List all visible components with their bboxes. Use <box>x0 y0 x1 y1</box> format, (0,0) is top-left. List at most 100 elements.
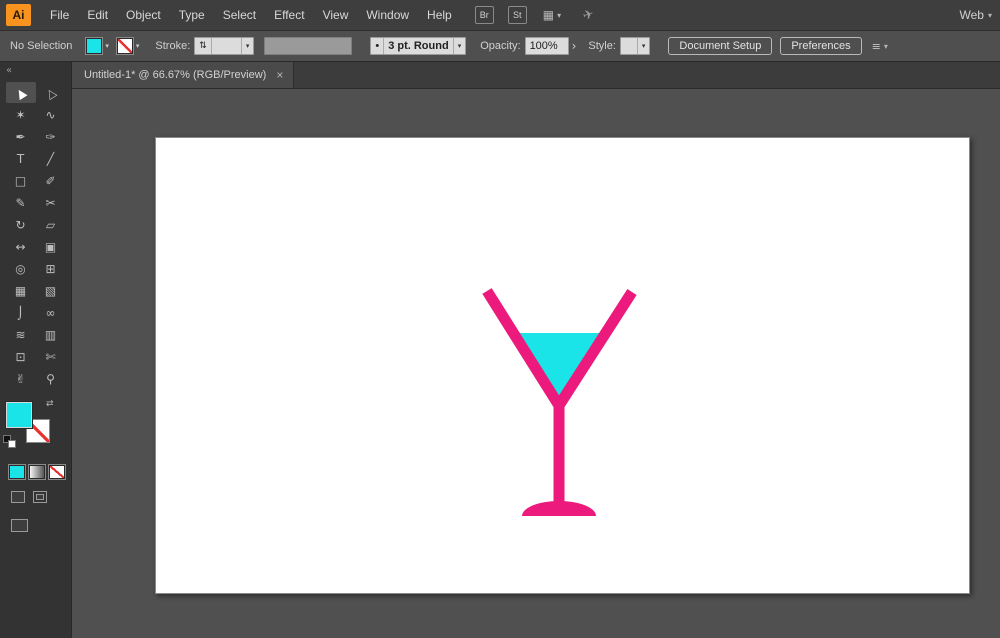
opacity-panel-expander-icon[interactable]: › <box>572 39 577 53</box>
document-tab-bar: Untitled-1* @ 66.67% (RGB/Preview) × <box>72 62 1000 89</box>
stroke-color-swatch[interactable] <box>117 38 133 54</box>
toolbar-grid: ▲△✶∿✒ ✑ T╱□ ✐ ✎✂ ↻ ▱ ↔ ▣ ◎⊞ ▦ ▧⌡ ∞ ≋▥ ⊡ ✄ ✌ ⚲ <box>0 82 71 389</box>
gradient-button[interactable] <box>29 465 45 479</box>
preferences-button[interactable]: Preferences <box>780 37 861 55</box>
perspective-grid-tool[interactable]: ⊞ <box>36 258 66 279</box>
artboard-tool-icon: ⊡ <box>15 351 25 363</box>
workspace-switcher[interactable]: Web ▾ <box>960 8 994 22</box>
symbol-sprayer-tool[interactable]: ≋ <box>6 324 36 345</box>
none-button[interactable] <box>49 465 65 479</box>
zoom-tool-icon: ⚲ <box>46 373 55 385</box>
collapse-panel-button[interactable]: « <box>0 62 71 82</box>
line-segment-tool[interactable]: ╱ <box>36 148 66 169</box>
brush-definition-combo[interactable]: • 3 pt. Round ▾ <box>370 37 466 55</box>
brush-preview-dot: • <box>371 38 383 54</box>
fill-color-swatch[interactable] <box>86 38 102 54</box>
rotate-tool-icon: ↻ <box>15 219 25 231</box>
hand-tool-icon: ✌ <box>15 373 25 385</box>
main-area: « ▲△✶∿✒ ✑ T╱□ ✐ ✎✂ ↻ ▱ ↔ ▣ ◎⊞ ▦ ▧⌡ ∞ ≋▥ ⊡ ✄ ✌ ⚲ ⇄ <box>0 62 1000 638</box>
fill-proxy-swatch[interactable] <box>6 402 32 428</box>
paintbrush-tool-icon: ✐ <box>45 175 55 187</box>
free-transform-tool[interactable]: ▣ <box>36 236 66 257</box>
artboard-tool[interactable]: ⊡ <box>6 346 36 367</box>
shape-builder-tool[interactable]: ◎ <box>6 258 36 279</box>
opacity-value: 100% <box>530 40 558 52</box>
document-area: Untitled-1* @ 66.67% (RGB/Preview) × <box>72 62 1000 638</box>
stroke-weight-combo[interactable]: ⇅ ▾ <box>194 37 254 55</box>
swap-fill-stroke-icon[interactable]: ⇄ <box>46 399 54 409</box>
menu-item-view[interactable]: View <box>314 0 358 30</box>
blend-tool-icon: ∞ <box>46 307 56 319</box>
blend-tool[interactable]: ∞ <box>36 302 66 323</box>
scissors-tool[interactable]: ✂ <box>36 192 66 213</box>
menu-item-object[interactable]: Object <box>117 0 170 30</box>
menu-item-file[interactable]: File <box>41 0 78 30</box>
menu-item-window[interactable]: Window <box>357 0 418 30</box>
document-setup-button[interactable]: Document Setup <box>668 37 772 55</box>
document-tab[interactable]: Untitled-1* @ 66.67% (RGB/Preview) × <box>72 62 294 88</box>
fill-color-control[interactable]: ▾ <box>86 38 109 54</box>
free-transform-tool-icon: ▣ <box>45 241 56 253</box>
mesh-tool-icon: ▦ <box>15 285 26 297</box>
selection-status: No Selection <box>10 40 72 52</box>
zoom-tool[interactable]: ⚲ <box>36 368 66 389</box>
document-tab-title: Untitled-1* @ 66.67% (RGB/Preview) <box>84 69 266 81</box>
direct-selection-tool[interactable]: △ <box>36 82 66 103</box>
chevron-down-icon[interactable]: ▾ <box>241 38 254 54</box>
close-icon[interactable]: × <box>276 69 283 81</box>
rotate-tool[interactable]: ↻ <box>6 214 36 235</box>
artboard[interactable] <box>155 137 970 594</box>
rectangle-tool[interactable]: □ <box>6 170 36 191</box>
default-fill-stroke-icon[interactable] <box>3 435 17 449</box>
hand-tool[interactable]: ✌ <box>6 368 36 389</box>
lasso-tool[interactable]: ∿ <box>36 104 66 125</box>
change-screen-mode-button[interactable] <box>11 519 28 532</box>
stroke-weight-value[interactable] <box>211 38 241 54</box>
menu-item-type[interactable]: Type <box>170 0 214 30</box>
martini-glass-artwork <box>156 138 971 595</box>
draw-behind-button[interactable] <box>33 491 47 503</box>
selection-tool[interactable]: ▲ <box>6 82 36 103</box>
pen-tool[interactable]: ✒ <box>6 126 36 147</box>
eyedropper-tool[interactable]: ⌡ <box>6 302 36 323</box>
scale-tool-icon: ▱ <box>46 219 55 231</box>
column-graph-tool[interactable]: ▥ <box>36 324 66 345</box>
gpu-performance-rocket-icon[interactable]: ✈ <box>581 6 596 24</box>
chevron-down-icon: ▾ <box>557 11 561 20</box>
menu-item-select[interactable]: Select <box>214 0 265 30</box>
arrange-documents-button[interactable]: ▦ ▾ <box>543 8 561 22</box>
stroke-color-control[interactable]: ▾ <box>117 38 140 54</box>
menu-item-help[interactable]: Help <box>418 0 461 30</box>
width-tool-icon: ↔ <box>15 241 25 253</box>
graphic-style-combo[interactable]: ▾ <box>620 37 651 55</box>
stroke-weight-spinner-icon[interactable]: ⇅ <box>195 38 211 54</box>
magic-wand-tool[interactable]: ✶ <box>6 104 36 125</box>
graphic-style-swatch[interactable] <box>621 38 637 54</box>
gradient-tool[interactable]: ▧ <box>36 280 66 301</box>
slice-tool[interactable]: ✄ <box>36 346 66 367</box>
type-tool[interactable]: T <box>6 148 36 169</box>
curvature-tool-icon: ✑ <box>45 131 55 143</box>
menu-item-edit[interactable]: Edit <box>78 0 117 30</box>
glass-base[interactable] <box>522 501 596 516</box>
menu-item-effect[interactable]: Effect <box>265 0 313 30</box>
width-tool[interactable]: ↔ <box>6 236 36 257</box>
stock-button[interactable]: St <box>508 6 527 24</box>
curvature-tool[interactable]: ✑ <box>36 126 66 147</box>
chevron-down-icon[interactable]: ▾ <box>453 38 466 54</box>
align-icon: ≡ <box>872 40 881 53</box>
align-options-control[interactable]: ≡ ▾ <box>872 40 888 53</box>
paint-mode-row <box>9 465 71 479</box>
glass-stem[interactable] <box>554 400 565 504</box>
pencil-tool[interactable]: ✎ <box>6 192 36 213</box>
mesh-tool[interactable]: ▦ <box>6 280 36 301</box>
menu-items: FileEditObjectTypeSelectEffectViewWindow… <box>41 0 461 30</box>
chevron-down-icon[interactable]: ▾ <box>637 38 650 54</box>
draw-normal-button[interactable] <box>11 491 25 503</box>
paintbrush-tool[interactable]: ✐ <box>36 170 66 191</box>
opacity-input[interactable]: 100% <box>525 37 569 55</box>
bridge-button[interactable]: Br <box>475 6 494 24</box>
color-button[interactable] <box>9 465 25 479</box>
scale-tool[interactable]: ▱ <box>36 214 66 235</box>
canvas-viewport[interactable] <box>72 89 1000 638</box>
